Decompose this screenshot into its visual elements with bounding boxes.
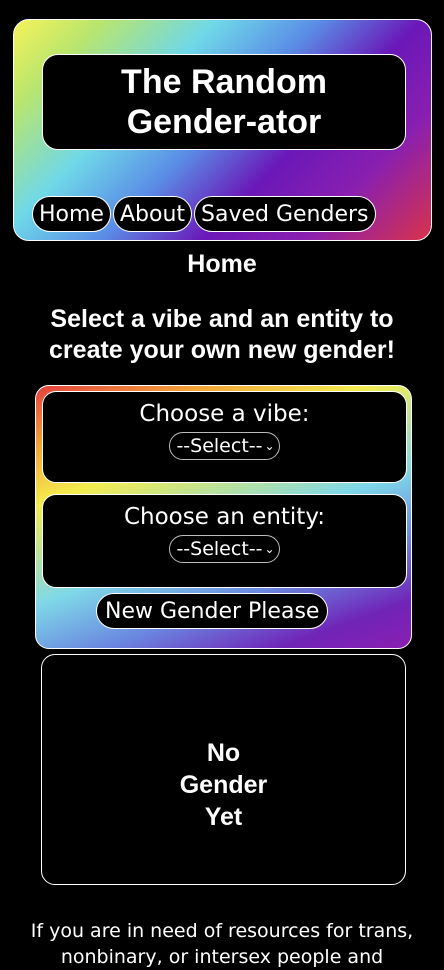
entity-select-value: --Select--	[176, 538, 263, 560]
nav-about-button[interactable]: About	[112, 196, 193, 232]
vibe-select-value: --Select--	[176, 435, 263, 457]
vibe-label: Choose a vibe:	[139, 401, 310, 427]
page-heading: Home	[187, 250, 257, 278]
chevron-down-icon: ⌄	[264, 439, 275, 453]
result-card: No Gender Yet	[41, 654, 406, 885]
vibe-section: Choose a vibe: --Select-- ⌄	[42, 391, 407, 483]
app-title: The Random Gender-ator	[121, 63, 327, 141]
entity-section: Choose an entity: --Select-- ⌄	[42, 494, 407, 588]
nav-bar: Home About Saved Genders	[32, 196, 376, 232]
nav-saved-genders-button[interactable]: Saved Genders	[194, 196, 376, 232]
chevron-down-icon: ⌄	[264, 542, 275, 556]
vibe-select[interactable]: --Select-- ⌄	[169, 432, 280, 460]
footer-resources-text: If you are in need of resources for tran…	[30, 920, 414, 968]
title-box: The Random Gender-ator	[42, 54, 406, 150]
header: The Random Gender-ator Home About Saved …	[13, 19, 432, 241]
new-gender-button[interactable]: New Gender Please	[96, 593, 329, 629]
result-text: No Gender Yet	[179, 738, 268, 831]
entity-label: Choose an entity:	[123, 504, 326, 530]
nav-home-button[interactable]: Home	[32, 196, 111, 232]
entity-select[interactable]: --Select-- ⌄	[169, 535, 280, 563]
gender-form: Choose a vibe: --Select-- ⌄ Choose an en…	[35, 385, 412, 649]
intro-text: Select a vibe and an entity to create yo…	[49, 305, 395, 364]
